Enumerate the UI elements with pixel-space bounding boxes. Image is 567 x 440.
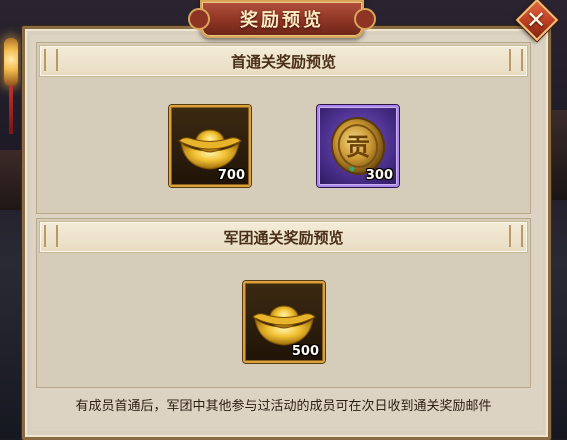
first-clear-heading: 首通关奖励预览 [230, 53, 336, 71]
legion-clear-heading: 军团通关奖励预览 [223, 229, 344, 247]
footer-note: 有成员首通后，军团中其他参与过活动的成员可在次日收到通关奖励邮件 [75, 399, 492, 414]
reward-quantity: 500 [291, 344, 319, 359]
title-plate: 奖励预览 [188, 0, 376, 38]
close-icon: ✕ [525, 6, 547, 34]
header-cap-right [509, 49, 523, 71]
first-clear-reward-section: 首通关奖励预览 700 贡 300 [36, 42, 531, 214]
window-title: 奖励预览 [240, 10, 324, 31]
header-cap-right [509, 225, 523, 247]
title-ornament-right [354, 8, 376, 30]
legion-clear-reward-section: 军团通关奖励预览 500 [36, 218, 531, 388]
reward-item-gold-ingot[interactable]: 700 [169, 105, 251, 187]
reward-quantity: 700 [217, 168, 245, 183]
section-header: 首通关奖励预览 [39, 45, 528, 77]
reward-item-contribution-coin[interactable]: 贡 300 [317, 105, 399, 187]
reward-item-gold-ingot[interactable]: 500 [243, 281, 325, 363]
section-header: 军团通关奖励预览 [39, 221, 528, 253]
tassel-decoration [9, 86, 13, 134]
coin-glyph: 贡 [346, 133, 370, 161]
reward-quantity: 300 [365, 168, 393, 183]
close-button[interactable]: ✕ [515, 0, 559, 42]
lantern-icon [4, 38, 18, 86]
